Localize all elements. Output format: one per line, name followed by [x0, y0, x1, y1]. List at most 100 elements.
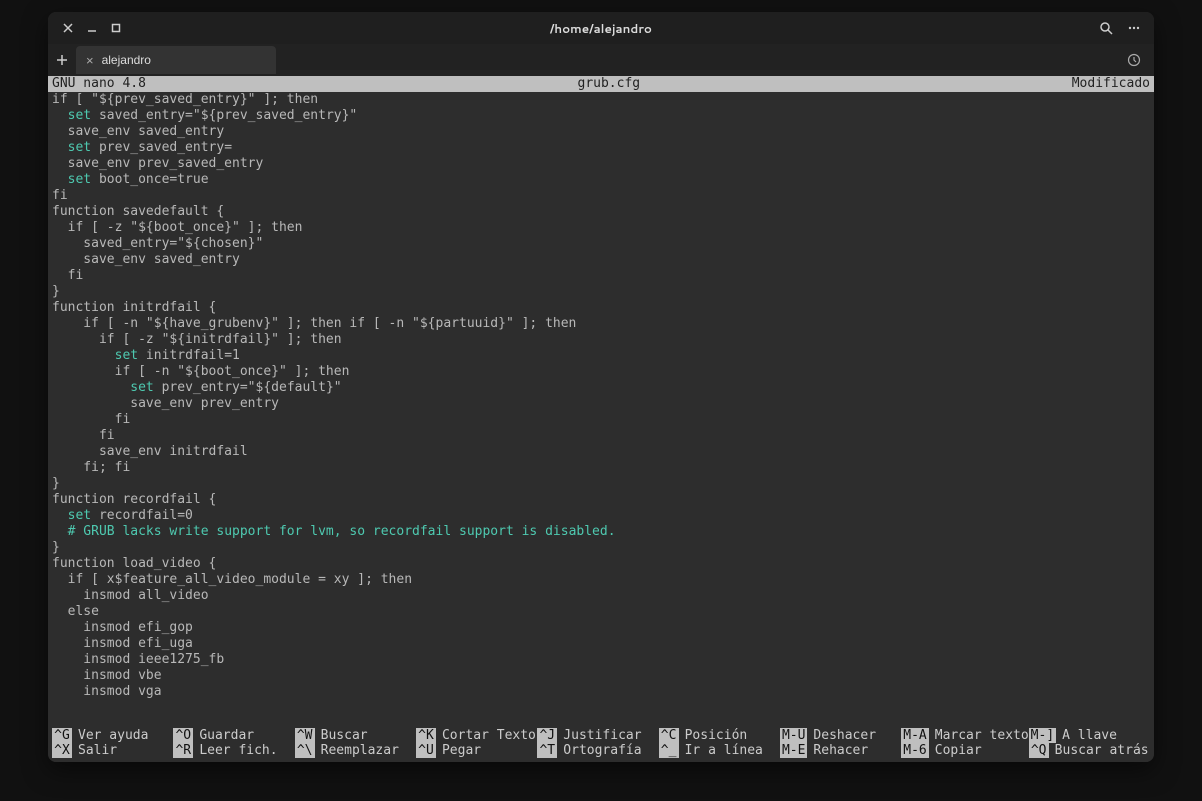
shortcut-key: ^R [173, 743, 193, 758]
shortcut-key: ^G [52, 728, 72, 743]
nano-statusbar: GNU nano 4.8 grub.cfg Modificado [48, 76, 1154, 92]
code-line: insmod efi_gop [52, 620, 1150, 636]
code-line: if [ -z "${boot_once}" ]; then [52, 220, 1150, 236]
code-line: set boot_once=true [52, 172, 1150, 188]
shortcut-key: M-E [780, 743, 807, 758]
terminal-window: /home/alejandro × alejandro GNU nano 4.8… [48, 12, 1154, 762]
tab-active[interactable]: × alejandro [76, 46, 276, 74]
shortcut-key: ^X [52, 743, 72, 758]
code-line: function initrdfail { [52, 300, 1150, 316]
shortcut-label: Reemplazar [321, 743, 399, 758]
code-line: if [ -n "${boot_once}" ]; then [52, 364, 1150, 380]
code-line: fi; fi [52, 460, 1150, 476]
code-line: fi [52, 268, 1150, 284]
code-line: function savedefault { [52, 204, 1150, 220]
shortcut-item: M-A Marcar texto [901, 728, 1028, 743]
shortcut-key: ^C [659, 728, 679, 743]
nano-modified-flag: Modificado [1072, 76, 1150, 92]
code-line: if [ -z "${initrdfail}" ]; then [52, 332, 1150, 348]
shortcut-item: ^T Ortografía [537, 743, 658, 758]
editor-content[interactable]: if [ "${prev_saved_entry}" ]; then set s… [48, 92, 1154, 726]
shortcut-item: ^_ Ir a línea [659, 743, 780, 758]
shortcut-item: ^W Buscar [295, 728, 416, 743]
shortcut-key: ^W [295, 728, 315, 743]
code-line: set saved_entry="${prev_saved_entry}" [52, 108, 1150, 124]
shortcut-item: ^C Posición [659, 728, 780, 743]
code-line: } [52, 284, 1150, 300]
shortcut-key: ^T [537, 743, 557, 758]
nano-version: GNU nano 4.8 [52, 76, 146, 92]
shortcut-label: Ir a línea [685, 743, 763, 758]
shortcut-label: Justificar [563, 728, 641, 743]
code-line: set prev_entry="${default}" [52, 380, 1150, 396]
history-icon[interactable] [1120, 46, 1148, 74]
close-window-button[interactable] [56, 16, 80, 40]
code-line: if [ "${prev_saved_entry}" ]; then [52, 92, 1150, 108]
shortcut-item: ^J Justificar [537, 728, 658, 743]
shortcut-item: ^Q Buscar atrás [1029, 743, 1150, 758]
shortcut-item: ^RLeer fich. [173, 743, 294, 758]
code-line: insmod efi_uga [52, 636, 1150, 652]
shortcut-key: ^U [416, 743, 436, 758]
shortcut-key: ^Q [1029, 743, 1049, 758]
code-line: fi [52, 428, 1150, 444]
shortcut-item: ^\ Reemplazar [295, 743, 416, 758]
shortcut-item: ^KCortar Texto [416, 728, 537, 743]
menu-icon[interactable] [1122, 16, 1146, 40]
code-line: } [52, 476, 1150, 492]
shortcut-key: ^J [537, 728, 557, 743]
shortcut-key: ^_ [659, 743, 679, 758]
code-line: save_env prev_entry [52, 396, 1150, 412]
shortcut-label: Rehacer [813, 743, 868, 758]
shortcut-label: Posición [685, 728, 748, 743]
shortcut-label: Marcar texto [935, 728, 1029, 743]
maximize-window-button[interactable] [104, 16, 128, 40]
close-tab-icon[interactable]: × [86, 53, 94, 68]
code-line: function load_video { [52, 556, 1150, 572]
shortcut-label: Buscar atrás [1055, 743, 1149, 758]
shortcut-key: M-] [1029, 728, 1056, 743]
code-line: saved_entry="${chosen}" [52, 236, 1150, 252]
code-line: } [52, 540, 1150, 556]
code-line: if [ x$feature_all_video_module = xy ]; … [52, 572, 1150, 588]
shortcut-label: Buscar [321, 728, 368, 743]
shortcut-label: Cortar Texto [442, 728, 536, 743]
shortcut-label: Pegar [442, 743, 481, 758]
code-line: # GRUB lacks write support for lvm, so r… [52, 524, 1150, 540]
titlebar: /home/alejandro [48, 12, 1154, 44]
code-line: save_env initrdfail [52, 444, 1150, 460]
code-line: insmod all_video [52, 588, 1150, 604]
shortcut-label: Salir [78, 743, 117, 758]
shortcut-label: Ortografía [563, 743, 641, 758]
shortcut-label: Copiar [935, 743, 982, 758]
minimize-window-button[interactable] [80, 16, 104, 40]
shortcut-label: Guardar [199, 728, 254, 743]
code-line: set recordfail=0 [52, 508, 1150, 524]
shortcut-item: M-6 Copiar [901, 743, 1028, 758]
tab-label: alejandro [102, 53, 151, 67]
code-line: fi [52, 412, 1150, 428]
shortcut-label: Deshacer [813, 728, 876, 743]
shortcut-item: M-U Deshacer [780, 728, 901, 743]
code-line: insmod vga [52, 684, 1150, 700]
new-tab-button[interactable] [48, 46, 76, 74]
nano-shortcuts: ^G Ver ayuda ^OGuardar^W Buscar ^KCortar Tex… [48, 726, 1154, 762]
code-line: set initrdfail=1 [52, 348, 1150, 364]
code-line: save_env saved_entry [52, 124, 1150, 140]
code-line: if [ -n "${have_grubenv}" ]; then if [ -… [52, 316, 1150, 332]
shortcut-key: M-6 [901, 743, 928, 758]
shortcut-key: M-A [901, 728, 928, 743]
search-icon[interactable] [1094, 16, 1118, 40]
shortcut-item: ^OGuardar [173, 728, 294, 743]
shortcut-label: Ver ayuda [78, 728, 148, 743]
window-title: /home/alejandro [48, 20, 1154, 37]
code-line: fi [52, 188, 1150, 204]
shortcut-label: A llave [1062, 728, 1117, 743]
tabbar: × alejandro [48, 44, 1154, 76]
shortcut-item: ^G Ver ayuda [52, 728, 173, 743]
shortcut-key: ^\ [295, 743, 315, 758]
code-line: insmod vbe [52, 668, 1150, 684]
code-line: function recordfail { [52, 492, 1150, 508]
shortcut-key: M-U [780, 728, 807, 743]
code-line: save_env prev_saved_entry [52, 156, 1150, 172]
